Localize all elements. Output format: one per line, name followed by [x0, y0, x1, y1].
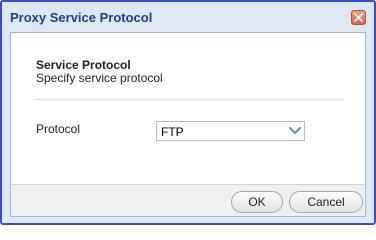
chevron-down-icon — [289, 127, 301, 134]
dialog-titlebar[interactable]: Proxy Service Protocol — [2, 2, 374, 32]
section-title: Service Protocol — [36, 58, 131, 72]
proxy-service-protocol-dialog: Proxy Service Protocol Service Protocol … — [0, 0, 376, 225]
dialog-footer: OK Cancel — [10, 184, 366, 217]
section-divider — [36, 99, 343, 100]
protocol-label: Protocol — [36, 122, 81, 136]
close-button[interactable] — [351, 10, 366, 25]
dialog-title: Proxy Service Protocol — [10, 10, 153, 25]
dialog-body: Service Protocol Specify service protoco… — [10, 32, 366, 184]
protocol-select-value: FTP — [161, 125, 184, 139]
protocol-select[interactable]: FTP — [156, 121, 305, 141]
cancel-button[interactable]: Cancel — [289, 191, 363, 213]
ok-button[interactable]: OK — [231, 191, 283, 213]
close-icon — [354, 13, 363, 22]
protocol-dropdown-trigger[interactable] — [286, 122, 304, 140]
section-description: Specify service protocol — [36, 71, 163, 85]
